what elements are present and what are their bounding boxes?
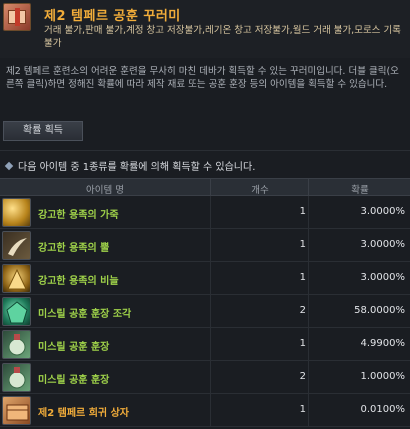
row-item-name[interactable]: 강고한 용족의 가죽 (38, 206, 119, 221)
diamond-bullet-icon (4, 161, 14, 171)
row-probability: 3.0000% (360, 272, 406, 283)
row-probability: 3.0000% (360, 206, 406, 217)
table-row[interactable]: 미스릴 공훈 훈장 1 4.9900% (0, 328, 410, 361)
column-header-quantity: 개수 (251, 185, 269, 196)
table-row[interactable]: 미스릴 공훈 훈장 조각 2 58.0000% (0, 295, 410, 328)
row-item-name[interactable]: 강고한 용족의 비늘 (38, 272, 119, 287)
item-restrictions: 거래 불가,판매 불가,계정 창고 저장불가,레기온 창고 저장불가,월드 거래… (44, 25, 401, 49)
horn-icon (2, 231, 31, 260)
item-description: 제2 템페르 훈련소의 어려운 훈련을 무사히 마친 데바가 획득할 수 있는 … (6, 66, 399, 90)
acquire-probability-button[interactable]: 확률 획득 (3, 121, 83, 141)
row-item-name[interactable]: 미스릴 공훈 훈장 (38, 338, 109, 353)
row-probability: 0.0100% (360, 404, 406, 415)
table-row[interactable]: 강고한 용족의 가죽 1 3.0000% (0, 196, 410, 229)
row-item-name[interactable]: 강고한 용족의 뿔 (38, 239, 109, 254)
row-quantity: 2 (299, 371, 306, 382)
item-header: 제2 템페르 공훈 꾸러미 거래 불가,판매 불가,계정 창고 저장불가,레기온… (0, 0, 410, 58)
table-row[interactable]: 강고한 용족의 비늘 1 3.0000% (0, 262, 410, 295)
column-header-probability: 확률 (351, 185, 369, 196)
scale-icon (2, 264, 31, 293)
medal-icon (2, 363, 31, 392)
box-icon (2, 396, 31, 425)
medal-icon (2, 330, 31, 359)
row-quantity: 1 (299, 338, 306, 349)
row-quantity: 1 (299, 272, 306, 283)
drop-table: 아이템 명 개수 확률 강고한 용족의 가죽 1 3.0000% 강고한 용족의… (0, 178, 410, 427)
row-probability: 58.0000% (354, 305, 405, 316)
row-probability: 1.0000% (360, 371, 406, 382)
item-title: 제2 템페르 공훈 꾸러미 (44, 9, 181, 24)
table-row[interactable]: 제2 템페르 희귀 상자 1 0.0100% (0, 394, 410, 427)
section-heading: 다음 아이템 중 1종류를 확률에 의해 획득할 수 있습니다. (4, 158, 256, 173)
section-heading-text: 다음 아이템 중 1종류를 확률에 의해 획득할 수 있습니다. (18, 162, 256, 173)
row-quantity: 1 (299, 239, 306, 250)
table-row[interactable]: 강고한 용족의 뿔 1 3.0000% (0, 229, 410, 262)
row-quantity: 1 (299, 404, 306, 415)
column-header-item-name: 아이템 명 (86, 185, 124, 196)
gold-leather-icon (2, 198, 31, 227)
row-item-name[interactable]: 미스릴 공훈 훈장 조각 (38, 305, 131, 320)
divider (0, 150, 410, 151)
medal-fragment-icon (2, 297, 31, 326)
row-probability: 3.0000% (360, 239, 406, 250)
row-quantity: 1 (299, 206, 306, 217)
table-row[interactable]: 미스릴 공훈 훈장 2 1.0000% (0, 361, 410, 394)
row-probability: 4.9900% (360, 338, 406, 349)
row-quantity: 2 (299, 305, 306, 316)
row-item-name[interactable]: 제2 템페르 희귀 상자 (38, 404, 129, 419)
table-header: 아이템 명 개수 확률 (0, 178, 410, 196)
row-item-name[interactable]: 미스릴 공훈 훈장 (38, 371, 109, 386)
package-icon (3, 3, 31, 31)
